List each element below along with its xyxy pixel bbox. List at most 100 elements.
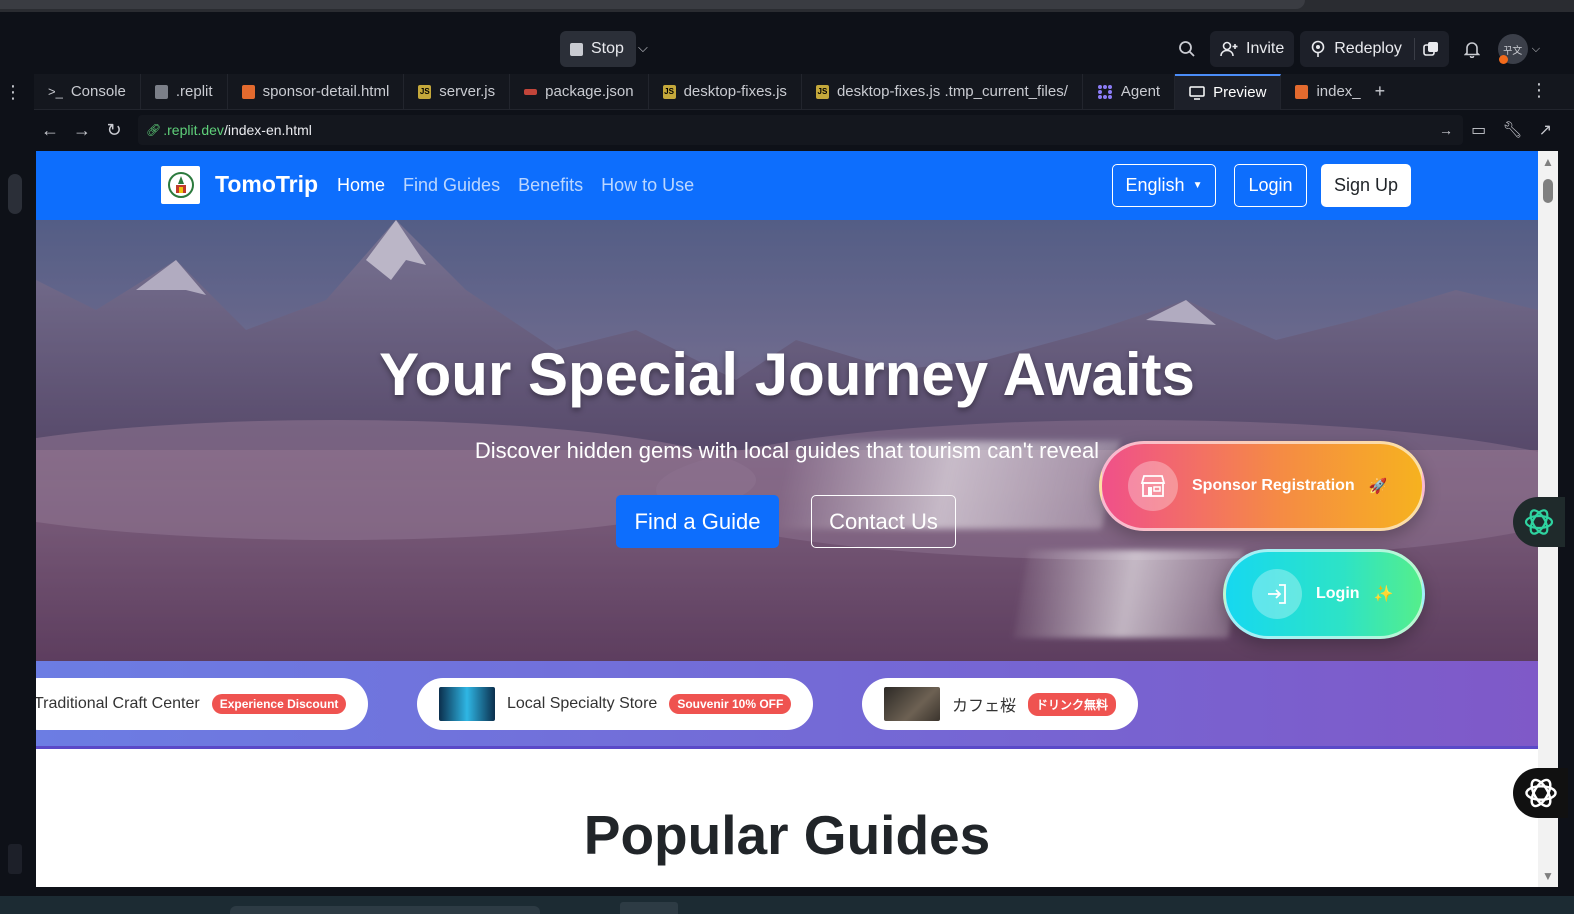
- nav-how-to-use[interactable]: How to Use: [601, 175, 694, 196]
- account-menu[interactable]: 꾸文 ⌵: [1495, 32, 1543, 66]
- sponsor-card[interactable]: カフェ桜 ドリンク無料: [862, 678, 1139, 730]
- scroll-down-icon[interactable]: ▼: [1542, 869, 1554, 883]
- avatar[interactable]: 꾸文: [1497, 34, 1528, 64]
- search-icon[interactable]: [1170, 32, 1204, 66]
- chevron-down-icon[interactable]: ⌵: [638, 40, 648, 56]
- taskbar-segment: [230, 906, 540, 914]
- tab-index[interactable]: index_ +: [1281, 74, 1399, 110]
- tab-label: server.js: [439, 83, 496, 100]
- contact-us-button[interactable]: Contact Us: [811, 495, 956, 548]
- scroll-up-icon[interactable]: ▲: [1542, 155, 1554, 169]
- toolbar-actions: Invite Redeploy 꾸文 ⌵: [1170, 31, 1543, 67]
- js-file-icon: JS: [418, 84, 432, 99]
- bell-icon[interactable]: [1455, 32, 1489, 66]
- tab-preview[interactable]: Preview: [1175, 73, 1282, 110]
- hero-title: Your Special Journey Awaits: [379, 341, 1195, 408]
- sponsor-thumbnail: [439, 687, 495, 721]
- tabs-menu-icon[interactable]: ⋮: [4, 82, 22, 103]
- sign-in-icon: [1252, 569, 1302, 619]
- chatgpt-side-button[interactable]: [1513, 497, 1565, 547]
- redeploy-button[interactable]: Redeploy: [1300, 31, 1449, 67]
- url-actions: ▭ 🔧︎ ↗: [1471, 120, 1552, 140]
- rail-scroll-thumb[interactable]: [8, 174, 22, 214]
- floating-login-label: Login: [1316, 585, 1360, 602]
- url-host: .replit.dev: [163, 122, 224, 138]
- url-input[interactable]: 🔗︎ .replit.dev/index-en.html →: [138, 115, 1463, 145]
- preview-url-bar: ← → ↻ 🔗︎ .replit.dev/index-en.html → ▭ 🔧…: [34, 111, 1574, 149]
- scroll-thumb[interactable]: [1543, 179, 1553, 203]
- add-tab-icon[interactable]: +: [1375, 81, 1386, 102]
- language-dropdown[interactable]: English ▼: [1112, 164, 1216, 207]
- open-external-icon[interactable]: ↗: [1539, 120, 1552, 140]
- nav-benefits[interactable]: Benefits: [518, 175, 583, 196]
- tab-desktop-fixes-tmp[interactable]: JS desktop-fixes.js .tmp_current_files/: [802, 73, 1083, 110]
- reload-icon[interactable]: ↻: [98, 120, 130, 141]
- forward-icon[interactable]: →: [66, 120, 98, 141]
- rail-bottom-panel[interactable]: [8, 844, 22, 874]
- assistant-side-button[interactable]: [1513, 768, 1568, 818]
- caret-down-icon: ▼: [1192, 180, 1203, 191]
- js-file-icon: JS: [815, 84, 829, 99]
- sponsor-carousel: Traditional Craft Center Experience Disc…: [36, 661, 1538, 749]
- stop-icon: [570, 42, 583, 56]
- js-file-icon: JS: [662, 84, 676, 99]
- monitor-icon: [1189, 85, 1205, 100]
- tab-label: package.json: [545, 83, 634, 100]
- left-rail: [0, 74, 30, 904]
- nav-home[interactable]: Home: [337, 175, 385, 196]
- tab-label: .replit: [175, 83, 213, 100]
- tab-label: index_: [1316, 83, 1361, 100]
- back-icon[interactable]: ←: [34, 120, 66, 141]
- hero-section: Your Special Journey Awaits Discover hid…: [36, 220, 1538, 661]
- sponsor-thumbnail: [884, 687, 940, 721]
- devtools-icon[interactable]: 🔧︎: [1502, 120, 1522, 140]
- url-path: /index-en.html: [223, 122, 312, 138]
- divider: [1413, 38, 1415, 60]
- tab-label: Agent: [1120, 83, 1161, 100]
- tab-package-json[interactable]: package.json: [510, 73, 649, 110]
- nav-find-guides[interactable]: Find Guides: [403, 175, 500, 196]
- deployment-status-icon[interactable]: [1423, 41, 1439, 57]
- sponsor-badge: ドリンク無料: [1028, 692, 1117, 716]
- sponsor-name: カフェ桜: [952, 698, 1017, 715]
- rocket-icon: 🚀: [1368, 478, 1388, 495]
- tab-desktop-fixes[interactable]: JS desktop-fixes.js: [649, 73, 802, 110]
- openai-icon: [1524, 509, 1554, 535]
- tab-console[interactable]: >_ Console: [34, 73, 141, 110]
- add-user-icon: [1220, 41, 1238, 57]
- json-file-icon: [524, 88, 538, 95]
- device-icon[interactable]: ▭: [1471, 120, 1486, 140]
- replit-file-icon: [154, 84, 168, 99]
- tab-sponsor-detail[interactable]: sponsor-detail.html: [228, 73, 405, 110]
- taskbar-segment: [620, 902, 678, 914]
- sponsor-card[interactable]: Traditional Craft Center Experience Disc…: [36, 678, 369, 730]
- tab-label: Console: [70, 83, 126, 100]
- site-logo[interactable]: [161, 166, 200, 204]
- popular-guides-heading: Popular Guides: [583, 804, 991, 866]
- invite-button[interactable]: Invite: [1210, 31, 1295, 67]
- go-icon[interactable]: →: [1439, 122, 1453, 138]
- language-label: English: [1125, 175, 1185, 195]
- window-top-strip: [0, 0, 1574, 12]
- tab-agent[interactable]: Agent: [1083, 73, 1176, 110]
- chevron-down-icon: ⌵: [1531, 42, 1541, 55]
- terminal-icon: >_: [48, 84, 63, 99]
- editor-tabs: >_ Console .replit sponsor-detail.html J…: [34, 73, 1574, 110]
- site-navbar: TomoTrip Home Find Guides Benefits How t…: [36, 151, 1538, 220]
- sponsor-name: Local Specialty Store: [507, 695, 658, 712]
- tab-replit[interactable]: .replit: [141, 73, 228, 110]
- stop-button[interactable]: Stop: [560, 31, 636, 67]
- nav-login-button[interactable]: Login: [1234, 164, 1307, 207]
- avatar-text: 꾸文: [1503, 45, 1523, 57]
- floating-login-button[interactable]: Login ✨: [1223, 549, 1425, 639]
- tab-server-js[interactable]: JS server.js: [404, 73, 511, 110]
- sponsor-badge: Souvenir 10% OFF: [669, 694, 792, 714]
- nav-signup-button[interactable]: Sign Up: [1321, 164, 1411, 207]
- agent-icon: [1097, 84, 1112, 99]
- site-brand[interactable]: TomoTrip: [215, 171, 318, 198]
- sponsor-registration-label: Sponsor Registration: [1192, 477, 1355, 494]
- more-tabs-icon[interactable]: ⋮: [1530, 80, 1548, 101]
- sponsor-registration-button[interactable]: Sponsor Registration 🚀: [1099, 441, 1425, 531]
- sponsor-card[interactable]: Local Specialty Store Souvenir 10% OFF: [417, 678, 814, 730]
- find-guide-button[interactable]: Find a Guide: [616, 495, 779, 548]
